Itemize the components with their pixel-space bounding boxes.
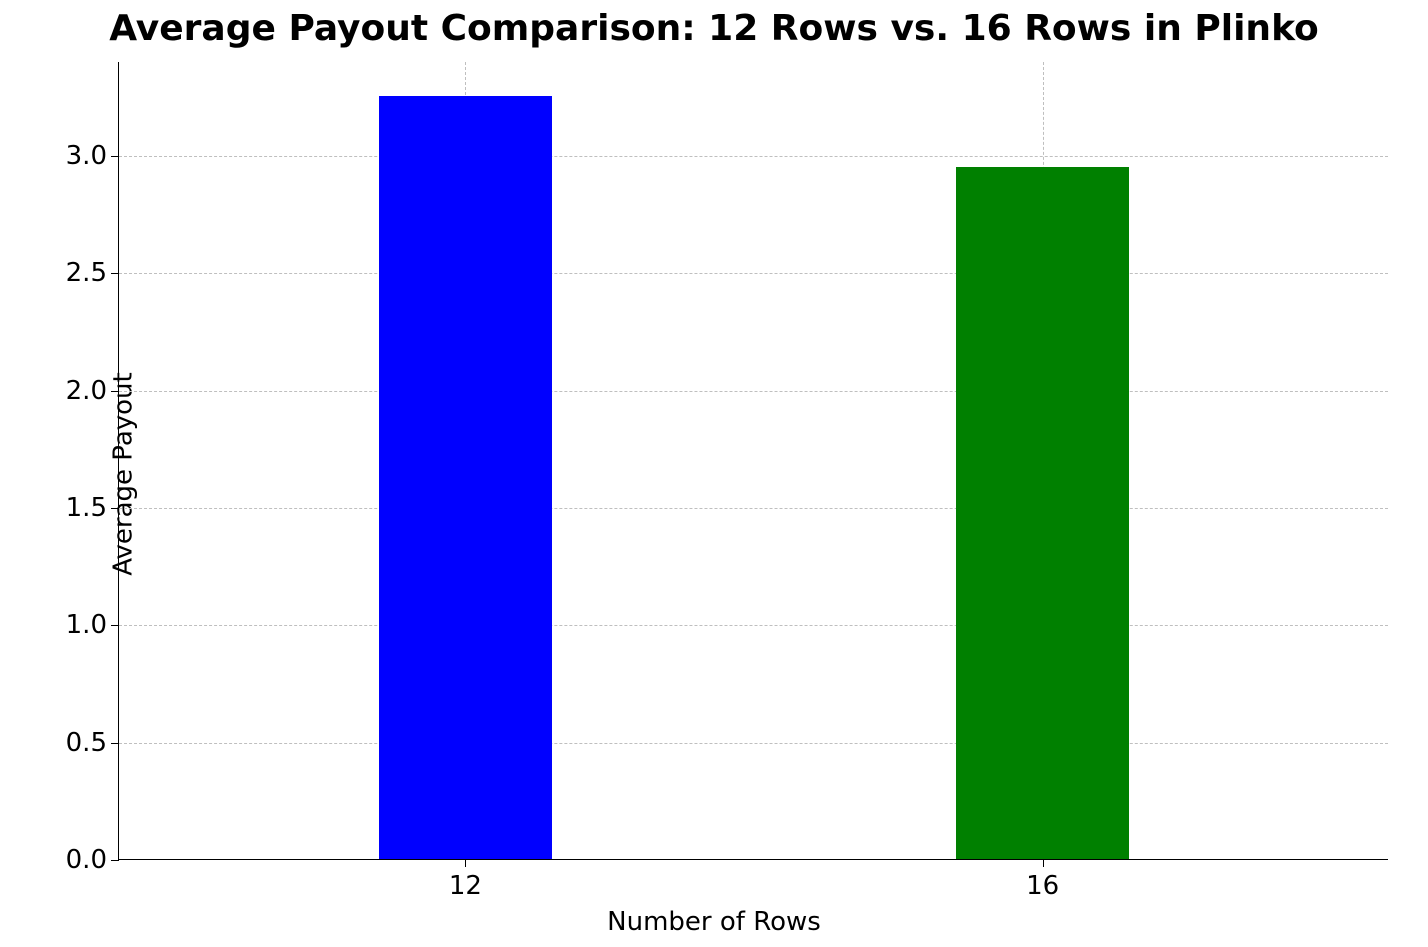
bar-16 [956, 167, 1129, 859]
y-tick-label: 0.0 [66, 845, 107, 875]
y-tick-label: 2.5 [66, 258, 107, 288]
x-tick-label: 12 [449, 871, 482, 901]
gridline-h [119, 625, 1388, 626]
y-tick-mark [111, 508, 119, 509]
gridline-h [119, 508, 1388, 509]
gridline-h [119, 273, 1388, 274]
y-tick-mark [111, 391, 119, 392]
x-tick-mark [465, 859, 466, 867]
gridline-h [119, 743, 1388, 744]
y-tick-label: 2.0 [66, 376, 107, 406]
y-tick-label: 1.5 [66, 493, 107, 523]
y-tick-mark [111, 860, 119, 861]
y-tick-label: 1.0 [66, 610, 107, 640]
bar-12 [379, 96, 552, 859]
chart-container: Average Payout Comparison: 12 Rows vs. 1… [0, 0, 1428, 947]
gridline-h [119, 391, 1388, 392]
y-tick-label: 3.0 [66, 141, 107, 171]
y-tick-mark [111, 273, 119, 274]
y-tick-mark [111, 743, 119, 744]
y-tick-mark [111, 625, 119, 626]
chart-title: Average Payout Comparison: 12 Rows vs. 1… [0, 8, 1428, 49]
x-tick-mark [1043, 859, 1044, 867]
y-tick-mark [111, 156, 119, 157]
x-tick-label: 16 [1026, 871, 1059, 901]
gridline-h [119, 156, 1388, 157]
y-tick-label: 0.5 [66, 728, 107, 758]
plot-area: 0.00.51.01.52.02.53.01216 [118, 62, 1388, 860]
x-axis-label: Number of Rows [0, 907, 1428, 937]
